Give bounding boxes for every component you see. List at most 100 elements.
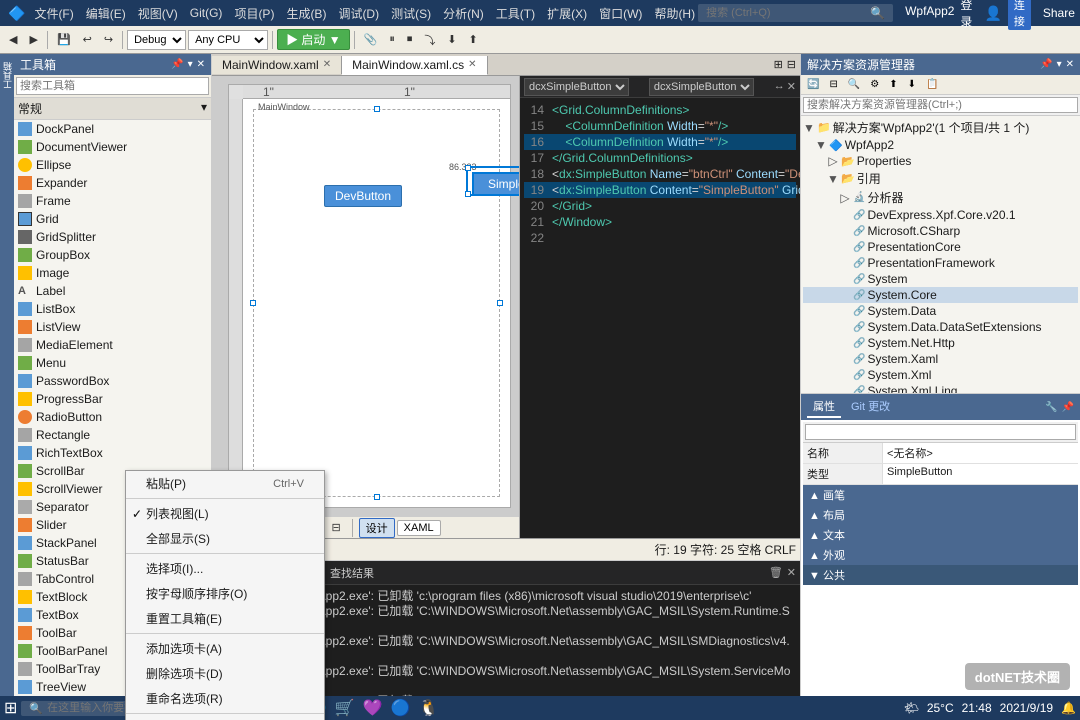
redo-button[interactable]: ↪ <box>99 30 118 49</box>
ctx-paste[interactable]: 粘贴(P) Ctrl+V <box>126 471 324 496</box>
start-button[interactable]: ⊞ <box>4 698 17 718</box>
break-button[interactable]: ⏸ <box>384 30 400 49</box>
tool-item-richtextbox[interactable]: RichTextBox <box>14 444 211 462</box>
dev-button[interactable]: DevButton <box>324 185 402 207</box>
tree-microsoft-csharp[interactable]: 🔗 Microsoft.CSharp <box>803 223 1078 239</box>
tree-system-xaml[interactable]: 🔗 System.Xaml <box>803 351 1078 367</box>
se-pin-icon[interactable]: 📌 <box>1040 59 1052 70</box>
output-tab-find[interactable]: 查找结果 <box>322 563 382 583</box>
menu-view[interactable]: 视图(V) <box>135 5 181 22</box>
output-close-button[interactable]: ✕ <box>787 566 796 579</box>
prop-section-brush[interactable]: ▲ 画笔 <box>803 485 1078 505</box>
toolbox-arrow-icon[interactable]: ▾ <box>188 59 193 70</box>
debug-config-select[interactable]: Debug <box>127 30 186 50</box>
ctx-moveup[interactable]: 上移(U) <box>126 716 324 720</box>
tool-item-documentviewer[interactable]: DocumentViewer <box>14 138 211 156</box>
ctx-deltab[interactable]: 删除选项卡(D) <box>126 661 324 686</box>
tool-item-grid[interactable]: Grid <box>14 210 211 228</box>
tree-system-xml[interactable]: 🔗 System.Xml <box>803 367 1078 383</box>
tab2-close-icon[interactable]: ✕ <box>468 59 476 70</box>
tool-item-frame[interactable]: Frame <box>14 192 211 210</box>
tab1-close-icon[interactable]: ✕ <box>323 59 331 70</box>
tree-system-core[interactable]: 🔗 System.Core <box>803 287 1078 303</box>
prop-section-appearance[interactable]: ▲ 外观 <box>803 545 1078 565</box>
menu-build[interactable]: 生成(B) <box>283 5 329 22</box>
se-search-input[interactable] <box>803 97 1078 113</box>
tool-item-menu[interactable]: Menu <box>14 354 211 372</box>
prop-name-value[interactable]: <无名称> <box>883 443 1078 463</box>
se-git-button[interactable]: ⬆ <box>885 77 901 92</box>
toolbox-group-header[interactable]: 常规 ▾ <box>14 98 211 120</box>
taskbar-store-icon[interactable]: 🛒 <box>335 698 355 718</box>
ctx-showall[interactable]: 全部显示(S) <box>126 526 324 551</box>
tool-item-progressbar[interactable]: ProgressBar <box>14 390 211 408</box>
tool-item-radiobutton[interactable]: RadioButton <box>14 408 211 426</box>
prop-section-text[interactable]: ▲ 文本 <box>803 525 1078 545</box>
online-button[interactable]: 连接 <box>1008 0 1031 30</box>
code-expand-icon[interactable]: ↔ <box>774 80 785 93</box>
tree-project[interactable]: ▼ 🔷 WpfApp2 <box>803 137 1078 153</box>
tree-system[interactable]: 🔗 System <box>803 271 1078 287</box>
stop-button[interactable]: ⏹ <box>402 30 418 49</box>
output-clear-button[interactable]: 🗑 <box>769 566 783 579</box>
ctx-addtab[interactable]: 添加选项卡(A) <box>126 636 324 661</box>
tree-devexpress[interactable]: 🔗 DevExpress.Xpf.Core.v20.1 <box>803 207 1078 223</box>
menu-extend[interactable]: 扩展(X) <box>544 5 590 22</box>
tool-item-mediaelement[interactable]: MediaElement <box>14 336 211 354</box>
step-over-button[interactable]: ⤵ <box>419 29 440 51</box>
step-into-button[interactable]: ⬇ <box>442 30 461 49</box>
code-context-left[interactable]: dcxSimpleButton <box>524 78 629 96</box>
sel-handle-bl[interactable] <box>465 191 471 197</box>
se-collapse-button[interactable]: ⊟ <box>825 77 841 92</box>
tab-mainwindow-xaml[interactable]: MainWindow.xaml ✕ <box>212 56 342 74</box>
se-refresh-button[interactable]: 🔄 <box>803 77 823 92</box>
save-button[interactable]: 💾 <box>52 30 76 49</box>
toolbox-pin-icon[interactable]: 📌 <box>171 59 183 70</box>
tool-item-listbox[interactable]: ListBox <box>14 300 211 318</box>
menu-tools[interactable]: 工具(T) <box>493 5 538 22</box>
gp-pin-icon[interactable]: 📌 <box>1062 402 1074 413</box>
tree-analyzer[interactable]: ▷ 🔬 分析器 <box>803 188 1078 207</box>
tree-system-data-ds[interactable]: 🔗 System.Data.DataSetExtensions <box>803 319 1078 335</box>
menu-test[interactable]: 测试(S) <box>388 5 434 22</box>
tab-mainwindow-xaml-cs[interactable]: MainWindow.xaml.cs ✕ <box>342 56 487 75</box>
tool-item-dockpanel[interactable]: DockPanel <box>14 120 211 138</box>
snap-icon[interactable]: ⊟ <box>326 518 345 537</box>
step-out-button[interactable]: ⬆ <box>464 30 483 49</box>
undo-button[interactable]: ↩ <box>78 30 97 49</box>
props-search-input[interactable] <box>805 424 1076 440</box>
menu-window[interactable]: 窗口(W) <box>596 5 645 22</box>
menu-file[interactable]: 文件(F) <box>31 5 76 22</box>
se-close-icon[interactable]: ✕ <box>1066 59 1074 70</box>
split-v-icon[interactable]: ⊟ <box>787 58 796 71</box>
code-close-icon[interactable]: ✕ <box>787 80 796 93</box>
design-mode-button[interactable]: 设计 <box>359 518 395 538</box>
ctx-reset[interactable]: 重置工具箱(E) <box>126 606 324 631</box>
code-context-right[interactable]: dcxSimpleButton <box>649 78 754 96</box>
tool-item-listview[interactable]: ListView <box>14 318 211 336</box>
tree-system-net-http[interactable]: 🔗 System.Net.Http <box>803 335 1078 351</box>
taskbar-chrome-icon[interactable]: 🔵 <box>391 698 411 718</box>
tree-system-data[interactable]: 🔗 System.Data <box>803 303 1078 319</box>
taskbar-qq-icon[interactable]: 🐧 <box>419 698 439 718</box>
menu-debug[interactable]: 调试(D) <box>335 5 382 22</box>
gp-tab-props[interactable]: 属性 <box>807 396 841 418</box>
forward-button[interactable]: ▶ <box>24 30 42 49</box>
prop-section-common[interactable]: ▼ 公共 <box>803 565 1078 585</box>
se-filter-button[interactable]: 🔍 <box>844 77 864 92</box>
gp-wrench-icon[interactable]: 🔧 <box>1045 402 1057 413</box>
se-props-button[interactable]: 📋 <box>922 77 942 92</box>
handle-left[interactable] <box>250 300 256 306</box>
tool-item-label[interactable]: ALabel <box>14 282 211 300</box>
se-arrow-icon[interactable]: ▾ <box>1057 59 1062 70</box>
toolbox-close-icon[interactable]: ✕ <box>197 59 205 70</box>
vtab-toolbox[interactable]: 工具箱 <box>0 58 15 93</box>
tree-references[interactable]: ▼ 📂 引用 <box>803 169 1078 188</box>
ctx-listview[interactable]: ✓ 列表视图(L) <box>126 501 324 526</box>
search-input[interactable] <box>706 7 866 19</box>
xaml-mode-button[interactable]: XAML <box>397 520 441 536</box>
tool-item-expander[interactable]: Expander <box>14 174 211 192</box>
sel-handle-tl[interactable] <box>465 165 471 171</box>
platform-select[interactable]: Any CPU <box>188 30 268 50</box>
handle-top[interactable] <box>374 106 380 112</box>
